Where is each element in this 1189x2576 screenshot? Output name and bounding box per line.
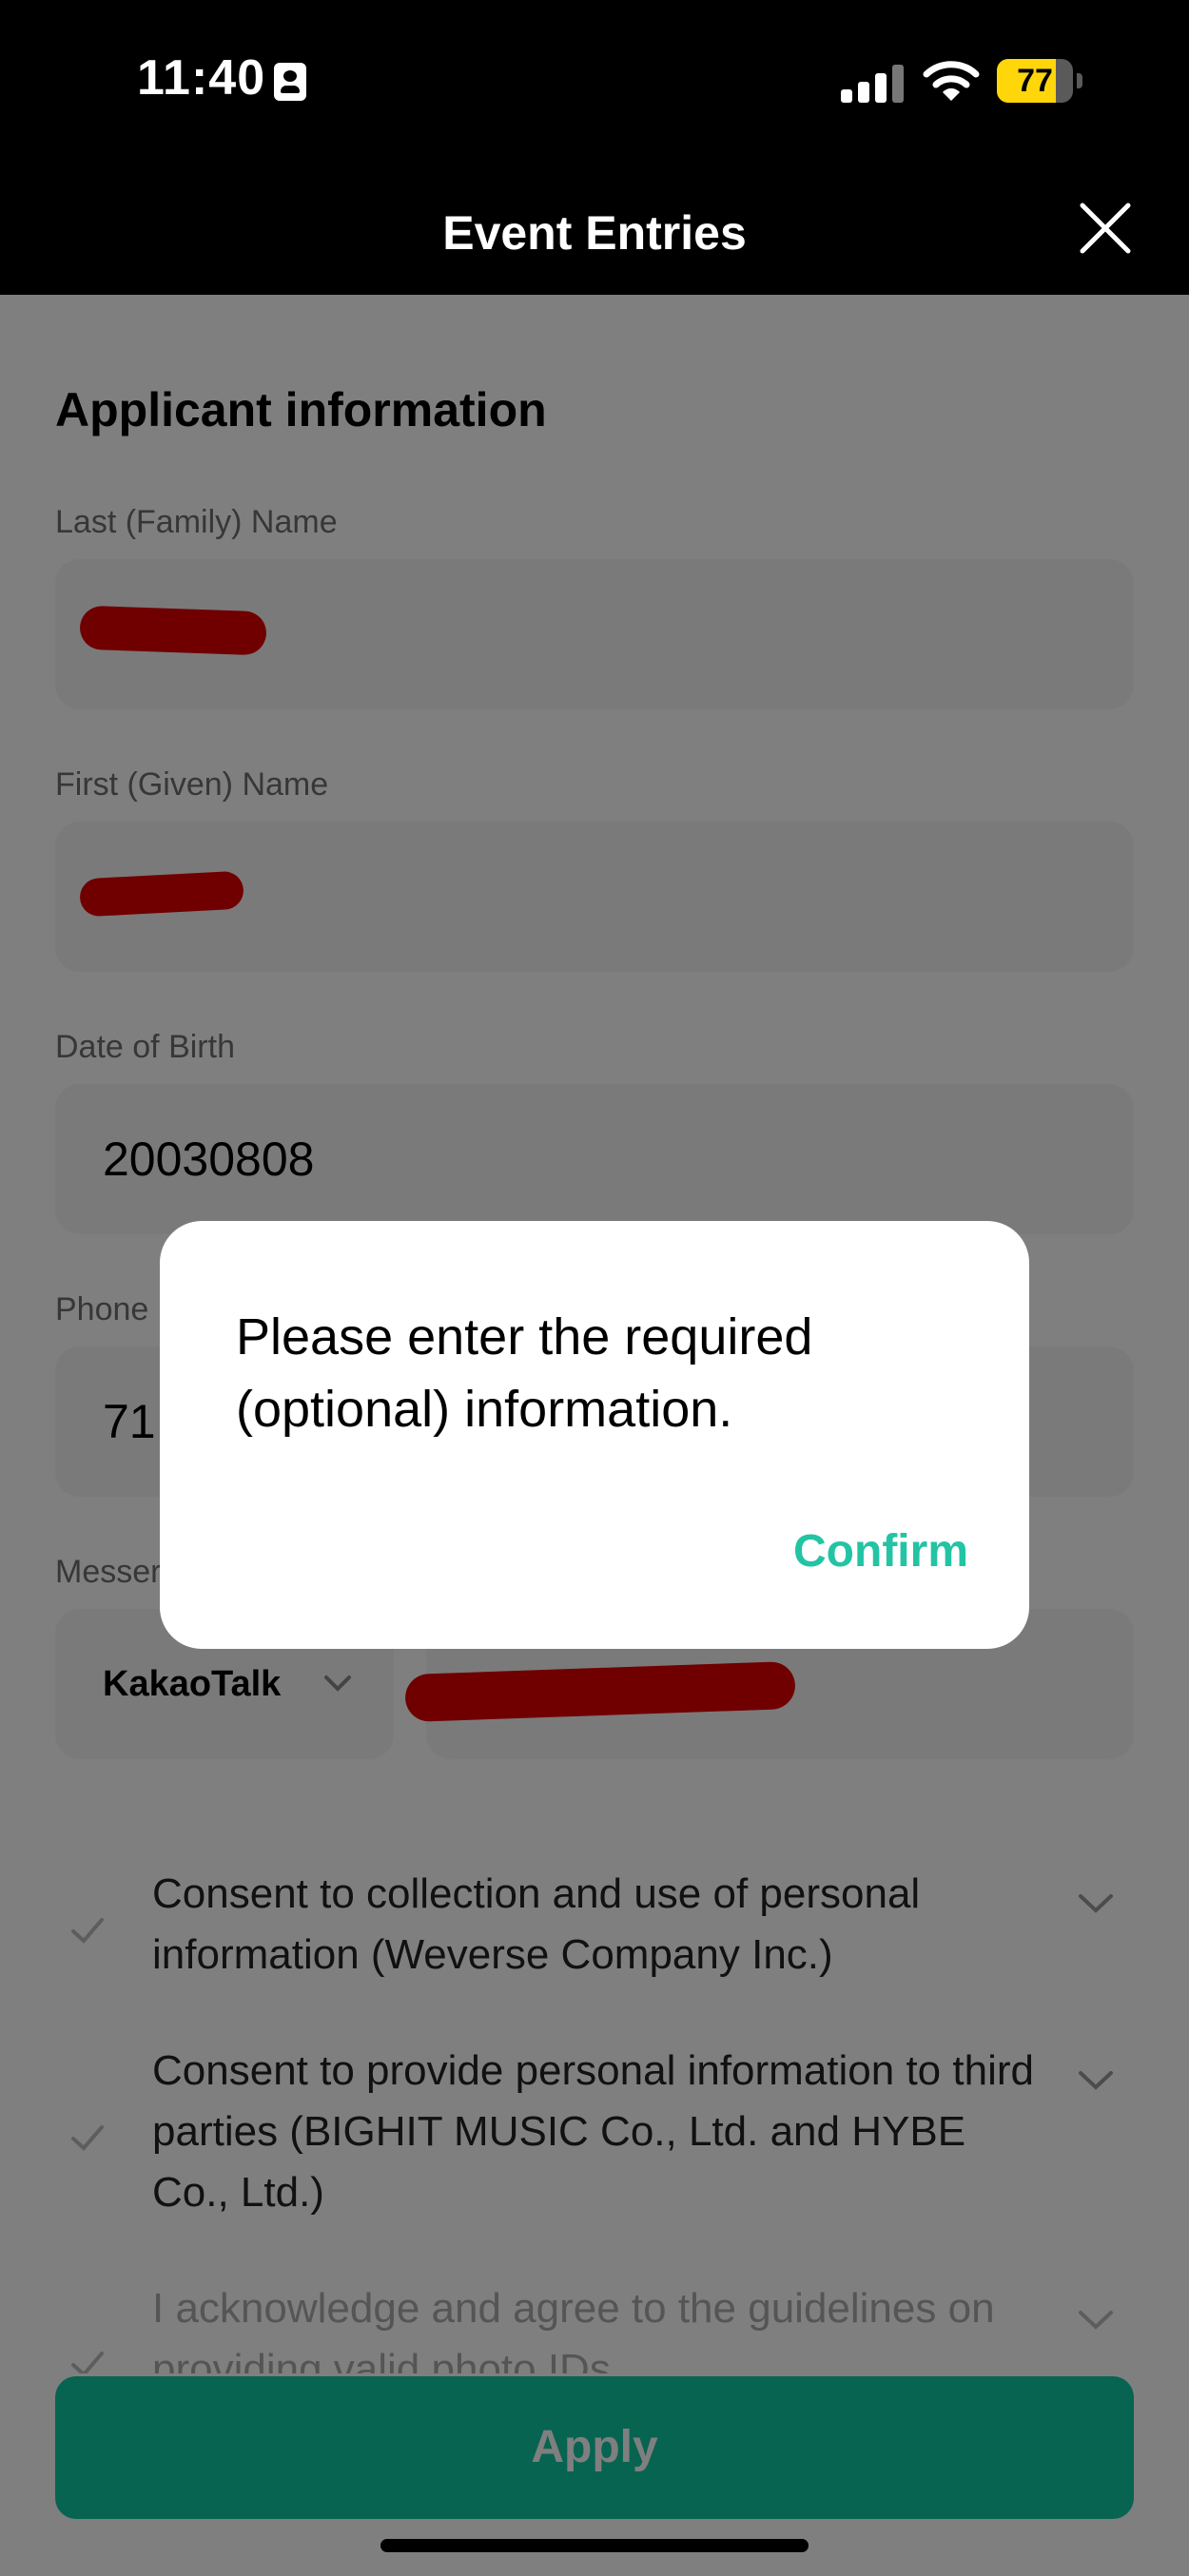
cellular-signal-icon	[841, 65, 906, 103]
page-title: Event Entries	[442, 206, 747, 260]
confirm-button[interactable]: Confirm	[793, 1525, 968, 1578]
battery-icon: 77	[997, 59, 1082, 103]
dialog-message: Please enter the required (optional) inf…	[236, 1308, 813, 1438]
close-icon[interactable]	[1079, 202, 1132, 255]
id-card-icon	[274, 63, 306, 101]
alert-dialog: Please enter the required (optional) inf…	[160, 1221, 1029, 1649]
status-time: 11:40	[137, 50, 266, 106]
wifi-icon	[923, 61, 980, 101]
battery-level: 77	[1017, 63, 1053, 99]
status-bar: 11:40 77	[0, 0, 1189, 162]
page-header: Event Entries	[0, 162, 1189, 295]
